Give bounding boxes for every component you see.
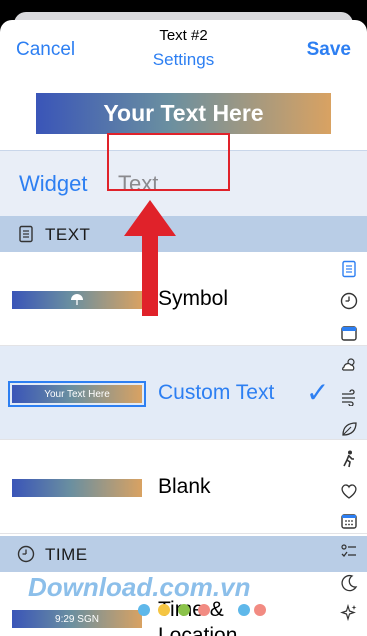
navigation-bar: Cancel Text #2 Settings Save — [0, 20, 367, 84]
section-index-bar[interactable] — [336, 236, 362, 636]
leaf-icon[interactable] — [340, 420, 358, 438]
settings-sheet: Cancel Text #2 Settings Save Your Text H… — [0, 20, 367, 636]
sparkle-icon[interactable] — [340, 604, 358, 622]
custom-text-preview-bar: Your Text Here — [8, 381, 146, 407]
time-preview-bar: 9:29 SGN — [12, 610, 142, 628]
checklist-icon[interactable] — [340, 542, 358, 560]
row-label-line2: Location — [158, 624, 238, 636]
moon-icon[interactable] — [340, 574, 358, 592]
calendar-grid-icon[interactable] — [340, 512, 358, 530]
widget-preview: Your Text Here — [36, 93, 331, 134]
document-icon[interactable] — [340, 260, 358, 278]
calendar-icon[interactable] — [340, 324, 358, 342]
save-button[interactable]: Save — [307, 39, 351, 61]
clock-icon — [17, 545, 35, 563]
watermark-logo: Download.com.vn — [28, 572, 251, 602]
heart-icon[interactable] — [340, 482, 358, 500]
section-header-time: TIME — [0, 536, 367, 572]
section-header-text: TEXT — [0, 216, 367, 252]
dot — [254, 604, 266, 616]
row-label: Blank — [158, 475, 211, 498]
annotation-arrow-icon — [124, 200, 176, 316]
dot — [138, 604, 150, 616]
wind-icon[interactable] — [340, 388, 358, 406]
list-item-custom-text[interactable]: Your Text Here Custom Text ✓ — [0, 346, 367, 440]
dot — [158, 604, 170, 616]
dot — [238, 604, 250, 616]
clock-icon[interactable] — [340, 292, 358, 310]
annotation-highlight-box — [107, 133, 230, 191]
section-label: TEXT — [45, 225, 91, 244]
checkmark-icon: ✓ — [306, 377, 330, 408]
dot — [178, 604, 190, 616]
walking-icon[interactable] — [340, 450, 358, 468]
watermark-dots — [138, 604, 268, 618]
umbrella-icon — [71, 294, 83, 305]
row-label: Custom Text — [158, 381, 275, 404]
dot — [198, 604, 210, 616]
list-item-symbol[interactable]: Symbol — [0, 252, 367, 346]
widget-field-label: Widget — [19, 171, 88, 196]
list-item-blank[interactable]: Blank — [0, 440, 367, 534]
blank-preview-bar — [12, 479, 142, 497]
document-icon — [19, 225, 33, 243]
section-label: TIME — [45, 545, 88, 564]
weather-icon[interactable] — [340, 356, 358, 374]
